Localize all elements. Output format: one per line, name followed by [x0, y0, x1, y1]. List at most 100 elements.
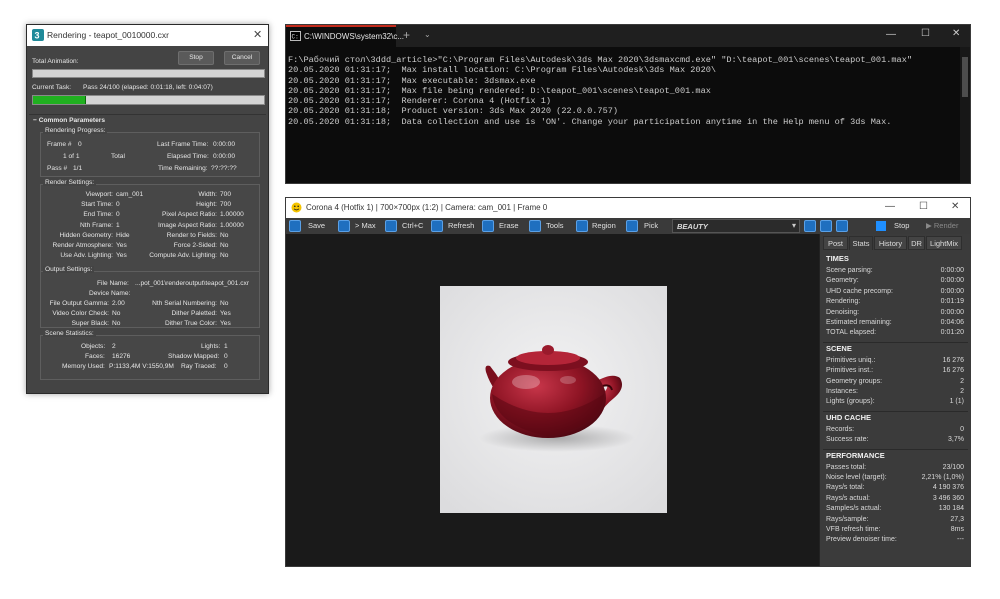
minimize-icon[interactable]: —: [885, 201, 895, 212]
minimize-icon[interactable]: —: [886, 29, 896, 40]
cmd-tab[interactable]: C: C:\WINDOWS\system32\c...: [286, 25, 404, 47]
stat-label: Rendering:: [826, 298, 861, 306]
last-frame-value: 0:00:00: [213, 141, 235, 148]
3dsmax-logo-icon: 3: [32, 29, 44, 41]
stat-label: Lights (groups):: [826, 398, 875, 406]
section-title: TIMES: [826, 254, 849, 263]
stat-row: Records: 0: [826, 425, 964, 435]
scrollbar-thumb[interactable]: [962, 57, 968, 97]
cmd-window: C: C:\WINDOWS\system32\c... + ⌄ — ☐ ✕ F:…: [285, 24, 971, 184]
maximize-icon[interactable]: ☐: [919, 201, 928, 212]
stat-row: VFB refresh time: 8ms: [826, 525, 964, 535]
stat-row: TOTAL elapsed: 0:01:20: [826, 328, 964, 338]
stat-value: 2: [960, 388, 964, 395]
stat-value: 2: [960, 377, 964, 385]
tab-lightmix[interactable]: LightMix: [926, 236, 962, 250]
setting-label: Pixel Aspect Ratio:: [162, 211, 217, 219]
stat-value: 0:00:00: [940, 308, 964, 316]
section-title: UHD CACHE: [826, 412, 871, 422]
stat-row: Success rate: 3,7%: [826, 435, 964, 445]
stat-value: 23/100: [942, 463, 964, 471]
play-icon: ▶: [926, 221, 932, 230]
stat-label: Records:: [826, 425, 855, 433]
setting-value: No: [220, 231, 229, 239]
zoom-fit-icon[interactable]: [820, 220, 832, 232]
pass-dropdown[interactable]: BEAUTY ▾: [672, 219, 800, 233]
zoom-in-icon[interactable]: [804, 220, 816, 232]
stop-button[interactable]: Stop: [894, 219, 909, 233]
rendering-title-bar[interactable]: 3 Rendering - teapot_0010000.cxr ✕: [27, 25, 268, 46]
stat-label: Samples/s actual:: [826, 505, 882, 513]
stat-value: 3,7%: [948, 436, 964, 444]
stat-row: Denoising: 0:00:00: [826, 308, 964, 318]
memory-value: P:1133,4M V:1550,9M: [109, 363, 174, 370]
stat-row: Samples/s actual: 130 184: [826, 504, 964, 514]
elapsed-value: 0:00:00: [213, 153, 235, 160]
tab-history[interactable]: History: [874, 236, 907, 250]
output-label: Super Black:: [71, 320, 109, 327]
refresh-icon: [431, 220, 443, 232]
last-frame-label: Last Frame Time:: [157, 141, 209, 148]
stat-row: Rays/s actual: 3 496 360: [826, 494, 964, 504]
total-animation-progress: [32, 69, 265, 78]
to-max-button[interactable]: > Max: [355, 219, 376, 233]
vfb-title-bar[interactable]: Corona 4 (Hotfix 1) | 700×700px (1:2) | …: [286, 198, 970, 218]
render-button[interactable]: ▶ Render: [926, 219, 958, 233]
frame-label: Frame #: [47, 141, 72, 148]
ctrl-c-button[interactable]: Ctrl+C: [402, 219, 423, 233]
setting-label: Render to Fields:: [166, 231, 217, 239]
rendering-dialog: 3 Rendering - teapot_0010000.cxr ✕ Total…: [26, 24, 269, 394]
setting-label: Nth Frame:: [80, 221, 113, 229]
render-settings-head: Render Settings:: [43, 179, 97, 186]
stat-row: Lights (groups): 1 (1): [826, 397, 964, 407]
shadow-label: Shadow Mapped:: [168, 353, 220, 360]
setting-label: Compute Adv. Lighting:: [149, 252, 217, 260]
cmd-tab-title: C:\WINDOWS\system32\c...: [304, 32, 405, 41]
output-value: No: [112, 310, 121, 317]
collapse-icon: −: [33, 117, 37, 124]
refresh-button[interactable]: Refresh: [448, 219, 474, 233]
region-button[interactable]: Region: [592, 219, 616, 233]
objects-label: Objects:: [81, 343, 106, 350]
output-settings-head: Output Settings:: [43, 266, 95, 273]
section-divider: [823, 341, 968, 343]
pick-button[interactable]: Pick: [644, 219, 658, 233]
section-title: SCENE: [826, 343, 852, 353]
render-viewport[interactable]: [286, 234, 819, 566]
output-value: Yes: [220, 320, 231, 327]
vfb-title: Corona 4 (Hotfix 1) | 700×700px (1:2) | …: [306, 203, 548, 212]
output-value: No: [112, 320, 121, 327]
cancel-button[interactable]: Cancel: [224, 51, 260, 65]
stat-label: Rays/s actual:: [826, 494, 870, 502]
tab-post[interactable]: Post: [823, 236, 848, 250]
close-icon[interactable]: ✕: [951, 201, 959, 212]
output-value: Yes: [220, 310, 231, 317]
close-icon[interactable]: ✕: [952, 28, 960, 39]
setting-value: 0: [116, 201, 120, 209]
close-icon[interactable]: ✕: [253, 28, 262, 41]
zoom-out-icon[interactable]: [836, 220, 848, 232]
file-name-value: ...pot_001\renderoutput\teapot_001.cxr: [135, 280, 250, 287]
stat-row: Estimated remaining: 0:04:06: [826, 318, 964, 328]
tab-stats[interactable]: Stats: [849, 236, 873, 250]
setting-value: Yes: [116, 242, 127, 249]
stat-value: 1 (1): [949, 398, 964, 406]
new-tab-icon[interactable]: +: [403, 28, 410, 42]
faces-value: 16276: [112, 353, 131, 360]
stat-row: Geometry: 0:00:00: [826, 276, 964, 286]
erase-button[interactable]: Erase: [499, 219, 519, 233]
stat-label: Geometry:: [826, 277, 859, 285]
tab-dr[interactable]: DR: [908, 236, 925, 250]
stat-row: Rays/s total: 4 190 376: [826, 483, 964, 493]
stat-label: VFB refresh time:: [826, 526, 881, 533]
stop-button[interactable]: Stop: [178, 51, 214, 65]
maximize-icon[interactable]: ☐: [921, 28, 930, 39]
current-task-label: Current Task:: [32, 84, 72, 91]
setting-value: Hide: [116, 231, 130, 239]
common-params-header[interactable]: − Common Parameters: [33, 117, 105, 124]
dropdown-chevron-icon[interactable]: ⌄: [424, 30, 431, 39]
cmd-scrollbar[interactable]: [960, 47, 970, 183]
output-label: Dither Paletted:: [171, 310, 217, 317]
tools-button[interactable]: Tools: [546, 219, 564, 233]
save-button[interactable]: Save: [308, 219, 325, 233]
